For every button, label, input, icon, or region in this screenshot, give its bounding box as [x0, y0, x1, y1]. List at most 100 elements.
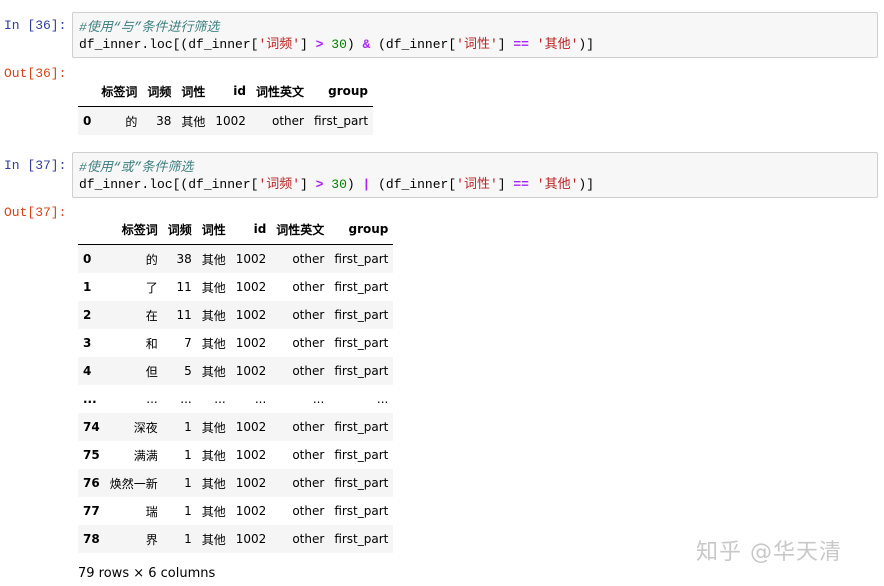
table-row: 0 的 38 其他 1002 other first_part [78, 106, 374, 135]
table-cell: other [292, 364, 325, 378]
column-header: 词性英文 [271, 214, 330, 245]
output-prompt-37: Out[37]: [4, 205, 67, 220]
table-cell: 其他 [201, 280, 226, 295]
row-index: 0 [83, 114, 92, 128]
column-header: 标签词 [96, 76, 143, 107]
table-cell: first_part [334, 532, 389, 546]
table-row: 4 但 5 其他 1002 other first_part [78, 357, 394, 385]
column-header: id [210, 76, 251, 107]
column-header: 词频 [162, 214, 197, 245]
table-cell: first_part [334, 448, 389, 462]
table-cell: first_part [334, 420, 389, 434]
table-cell: other [292, 532, 325, 546]
table-cell: 1002 [235, 336, 267, 350]
table-cell: 38 [156, 114, 172, 128]
table-cell: 1002 [235, 308, 267, 322]
row-index: 77 [83, 504, 100, 518]
table-cell: 其他 [201, 252, 226, 267]
table-cell: 1002 [235, 252, 267, 266]
column-header: group [308, 76, 374, 107]
column-header: group [329, 214, 394, 245]
row-index: 78 [83, 532, 100, 546]
table-cell: 1002 [235, 364, 267, 378]
table-row: 74 深夜 1 其他 1002 other first_part [78, 413, 394, 441]
table-cell: other [292, 336, 325, 350]
table-cell: first_part [334, 504, 389, 518]
table-cell: 1002 [235, 448, 267, 462]
column-header: 词性 [176, 76, 211, 107]
code-comment: #使用“与”条件进行筛选 [79, 20, 220, 35]
index-header [78, 214, 105, 245]
code-line: df_inner.loc[(df_inner['词频'] > 30) & (df… [79, 37, 594, 52]
table-cell: 1 [184, 504, 192, 518]
row-index: 76 [83, 476, 100, 490]
input-prompt-36: In [36]: [4, 18, 67, 33]
table-row: 77 瑞 1 其他 1002 other first_part [78, 497, 394, 525]
table-cell: 在 [145, 308, 158, 323]
watermark: 知乎 @华天清 [696, 540, 842, 565]
table-cell: 其他 [201, 308, 226, 323]
row-index: 74 [83, 420, 100, 434]
dataframe-table-36: 标签词 词频 词性 id 词性英文 group 0 的 38 其他 1002 other first_… [78, 76, 374, 135]
row-index: 1 [83, 280, 92, 294]
table-cell: ... [376, 392, 389, 406]
table-cell: 11 [176, 280, 192, 294]
table-shape-summary: 79 rows × 6 columns [78, 566, 216, 581]
table-cell: 深夜 [133, 420, 158, 435]
table-cell: ... [180, 392, 192, 406]
column-header: 词性英文 [250, 76, 309, 107]
table-cell: other [292, 252, 325, 266]
table-header-row: 标签词 词频 词性 id 词性英文 group [78, 214, 394, 245]
table-cell: 其他 [201, 504, 226, 519]
table-cell: first_part [313, 114, 369, 128]
table-cell: 1 [184, 532, 192, 546]
input-prompt-37: In [37]: [4, 158, 67, 173]
table-cell: 5 [184, 364, 192, 378]
row-index: 0 [83, 252, 92, 266]
table-cell: 38 [176, 252, 192, 266]
table-cell: ... [312, 392, 325, 406]
table-cell: other [292, 476, 325, 490]
table-row: 1 了 11 其他 1002 other first_part [78, 273, 394, 301]
table-cell: first_part [334, 280, 389, 294]
table-cell: 1002 [235, 476, 267, 490]
table-header-row: 标签词 词频 词性 id 词性英文 group [78, 76, 374, 107]
row-index: ... [83, 392, 97, 406]
column-header: id [230, 214, 272, 245]
code-cell-37[interactable]: #使用“或”条件筛选 df_inner.loc[(df_inner['词频'] … [72, 152, 878, 198]
row-index: 75 [83, 448, 100, 462]
table-row: 76 焕然一新 1 其他 1002 other first_part [78, 469, 394, 497]
table-cell: 7 [184, 336, 192, 350]
column-header: 词性 [196, 214, 231, 245]
column-header: 标签词 [104, 214, 163, 245]
table-cell: 其他 [201, 448, 226, 463]
row-index: 2 [83, 308, 92, 322]
table-cell: 其他 [201, 364, 226, 379]
table-cell: 满满 [133, 448, 158, 463]
table-cell: 1002 [235, 280, 267, 294]
table-row: 78 界 1 其他 1002 other first_part [78, 525, 394, 553]
table-cell: 和 [145, 336, 158, 351]
table-cell: 1 [184, 476, 192, 490]
row-index: 3 [83, 336, 92, 350]
table-row: 2 在 11 其他 1002 other first_part [78, 301, 394, 329]
code-cell-36[interactable]: #使用“与”条件进行筛选 df_inner.loc[(df_inner['词频'… [72, 12, 878, 58]
table-cell: 1002 [235, 532, 267, 546]
table-cell: 其他 [201, 336, 226, 351]
table-cell: first_part [334, 252, 389, 266]
code-comment: #使用“或”条件筛选 [79, 160, 194, 175]
code-line: df_inner.loc[(df_inner['词频'] > 30) | (df… [79, 177, 594, 192]
dataframe-table-37: 标签词 词频 词性 id 词性英文 group 0 的 38 其他 1002 other first_… [78, 214, 394, 553]
table-cell: first_part [334, 308, 389, 322]
table-cell: other [292, 280, 325, 294]
table-cell: 了 [145, 280, 158, 295]
table-cell: 其他 [201, 476, 226, 491]
table-cell: other [292, 308, 325, 322]
table-cell: 但 [145, 364, 158, 379]
table-row: 0 的 38 其他 1002 other first_part [78, 244, 394, 273]
table-row: 3 和 7 其他 1002 other first_part [78, 329, 394, 357]
table-cell: 的 [145, 252, 158, 267]
table-cell: 11 [176, 308, 192, 322]
table-cell: 1002 [215, 114, 246, 128]
table-cell: 1 [184, 448, 192, 462]
